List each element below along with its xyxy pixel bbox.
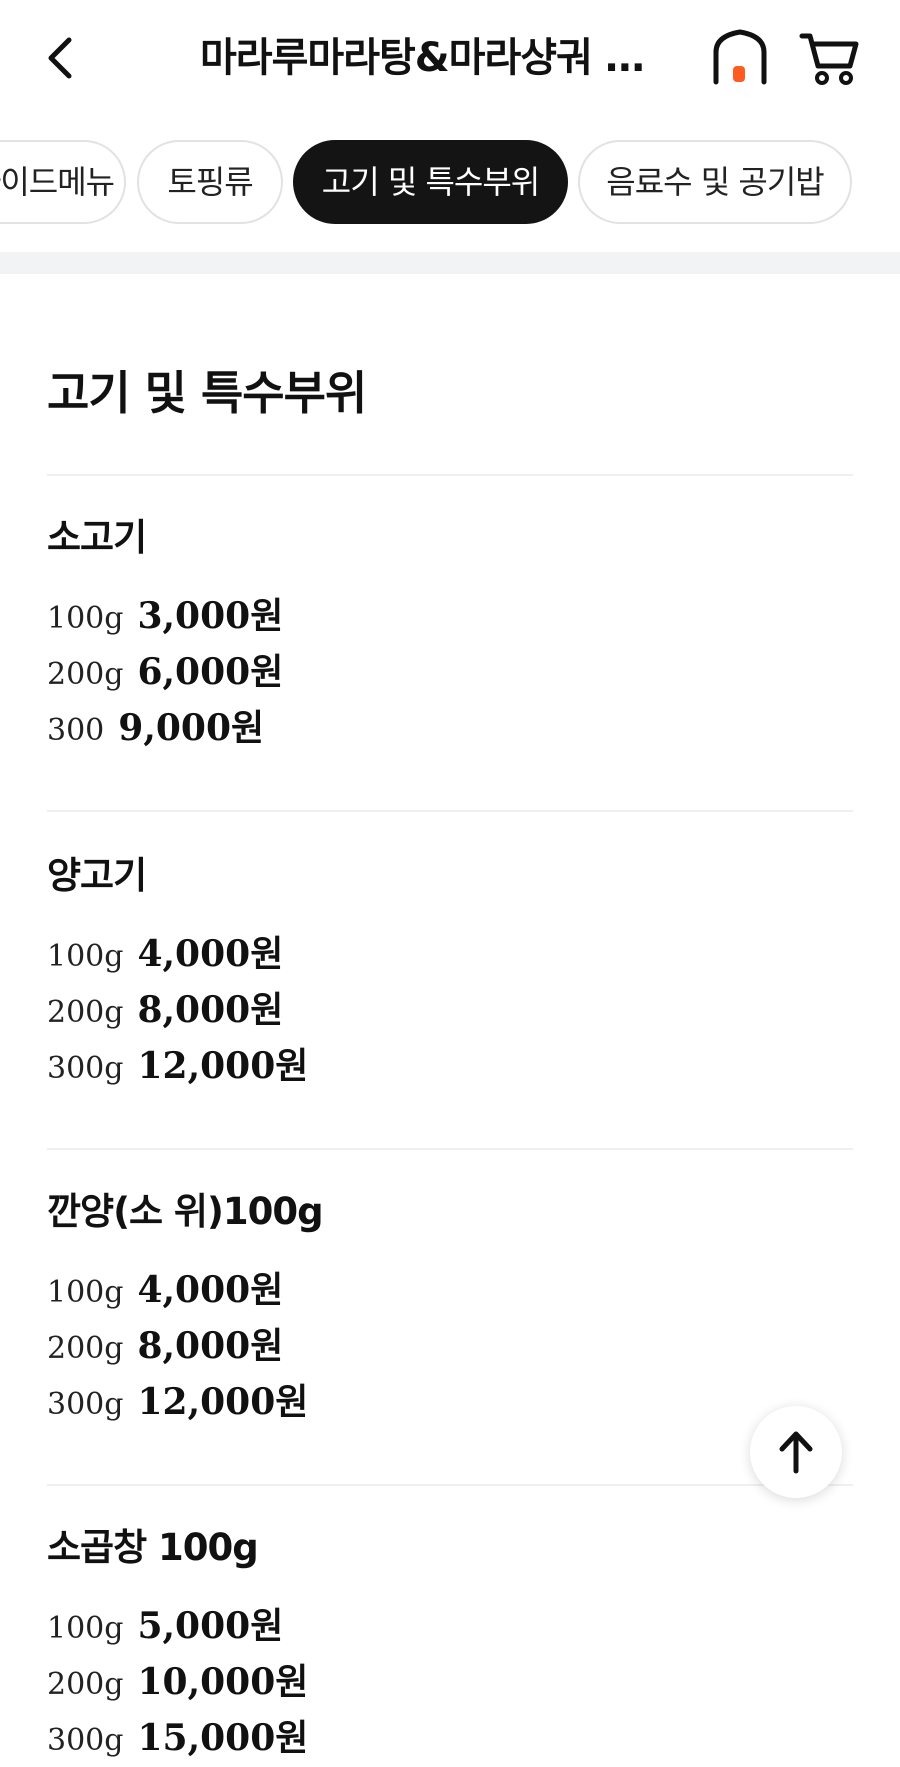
price-size: 200g: [47, 995, 124, 1030]
price-size: 300g: [47, 1387, 124, 1422]
price-list: 100g 3,000원 200g 6,000원 300 9,000원: [47, 588, 853, 756]
price-size: 300: [47, 713, 105, 748]
price-list: 100g 5,000원 200g 10,000원 300g 15,000원: [47, 1598, 853, 1766]
price-row: 200g 8,000원: [47, 1318, 853, 1374]
menu-item[interactable]: 깐양(소 위)100g 100g 4,000원 200g 8,000원 300g 12…: [47, 1186, 853, 1430]
divider: [47, 1148, 853, 1150]
price-value: 15,000원: [137, 1717, 309, 1759]
app-header: 마라루마라탕&마라샹궈 칠성점: [0, 0, 900, 118]
scroll-top-button[interactable]: [750, 1406, 842, 1498]
price-size: 300g: [47, 1051, 124, 1086]
price-size: 100g: [47, 601, 124, 636]
price-row: 100g 4,000원: [47, 1262, 853, 1318]
price-value: 12,000원: [137, 1381, 309, 1423]
item-name: 소곱창 100g: [47, 1526, 259, 1569]
price-value: 12,000원: [137, 1045, 309, 1087]
price-row: 300g 12,000원: [47, 1374, 853, 1430]
home-icon: [713, 29, 767, 85]
item-name: 깐양(소 위)100g: [47, 1190, 324, 1233]
section-separator: [0, 252, 900, 274]
divider: [47, 810, 853, 812]
tab-toppings[interactable]: 토핑류: [137, 140, 283, 224]
price-value: 3,000원: [137, 595, 284, 637]
price-row: 100g 3,000원: [47, 588, 853, 644]
price-size: 300g: [47, 1723, 124, 1758]
price-list: 100g 4,000원 200g 8,000원 300g 12,000원: [47, 926, 853, 1094]
price-list: 100g 4,000원 200g 8,000원 300g 12,000원: [47, 1262, 853, 1430]
chevron-left-icon: [48, 37, 72, 79]
tab-meat-special-cuts[interactable]: 고기 및 특수부위: [293, 140, 568, 224]
menu-item[interactable]: 양고기 100g 4,000원 200g 8,000원 300g 12,000원: [47, 850, 853, 1094]
price-size: 200g: [47, 1331, 124, 1366]
price-value: 9,000원: [118, 707, 265, 749]
price-size: 100g: [47, 1275, 124, 1310]
price-value: 8,000원: [137, 989, 284, 1031]
item-name: 양고기: [47, 854, 147, 897]
tab-drinks-rice[interactable]: 음료수 및 공기밥: [578, 140, 852, 224]
cart-icon: [799, 33, 859, 85]
price-row: 300g 12,000원: [47, 1038, 853, 1094]
cart-button[interactable]: [798, 28, 862, 88]
price-row: 200g 10,000원: [47, 1654, 853, 1710]
item-name: 소고기: [47, 516, 147, 559]
price-size: 100g: [47, 1611, 124, 1646]
divider: [47, 474, 853, 476]
price-size: 200g: [47, 1667, 124, 1702]
price-row: 100g 5,000원: [47, 1598, 853, 1654]
price-row: 200g 8,000원: [47, 982, 853, 1038]
tab-side-menu[interactable]: 사이드메뉴: [0, 140, 126, 224]
menu-item[interactable]: 소곱창 100g 100g 5,000원 200g 10,000원 300g 15,0…: [47, 1522, 853, 1766]
price-value: 5,000원: [137, 1605, 284, 1647]
divider: [47, 1484, 853, 1486]
price-value: 4,000원: [137, 1269, 284, 1311]
home-button[interactable]: [708, 28, 772, 88]
price-value: 10,000원: [137, 1661, 309, 1703]
menu-item[interactable]: 소고기 100g 3,000원 200g 6,000원 300 9,000원: [47, 512, 853, 756]
section-title: 고기 및 특수부위: [47, 366, 367, 420]
price-row: 300g 15,000원: [47, 1710, 853, 1766]
price-row: 100g 4,000원: [47, 926, 853, 982]
price-value: 6,000원: [137, 651, 284, 693]
price-row: 200g 6,000원: [47, 644, 853, 700]
price-size: 100g: [47, 939, 124, 974]
price-value: 4,000원: [137, 933, 284, 975]
back-button[interactable]: [30, 24, 90, 92]
arrow-up-icon: [779, 1431, 813, 1474]
price-value: 8,000원: [137, 1325, 284, 1367]
store-title: 마라루마라탕&마라샹궈 칠성점: [200, 35, 680, 81]
price-row: 300 9,000원: [47, 700, 853, 756]
price-size: 200g: [47, 657, 124, 692]
category-tabs: 사이드메뉴 토핑류 고기 및 특수부위 음료수 및 공기밥: [0, 140, 900, 226]
